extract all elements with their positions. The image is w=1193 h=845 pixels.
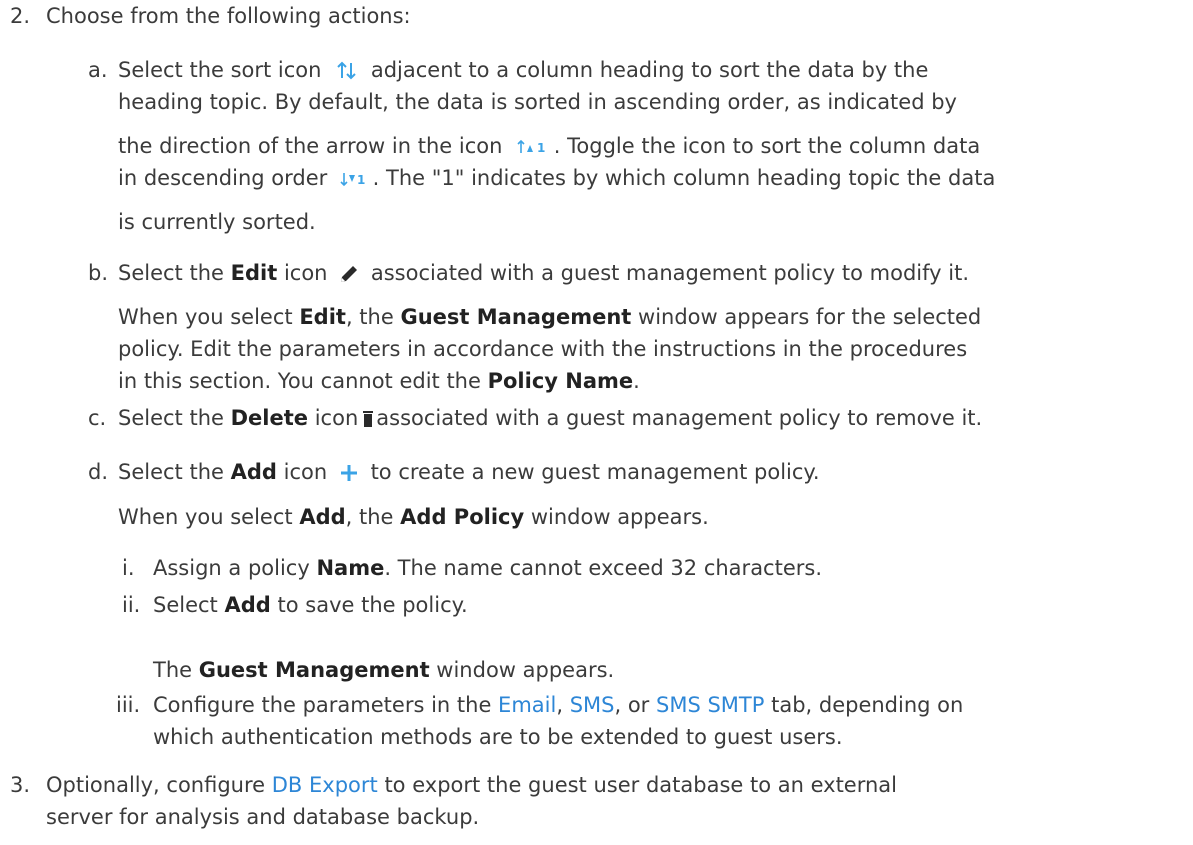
step-2-text: Choose from the following actions: (46, 4, 411, 28)
sort-badge-number-desc: 1 (357, 173, 365, 187)
item-iii-line-1: Configure the parameters in the Email, S… (153, 689, 963, 721)
item-ii-text: Select (153, 593, 218, 617)
item-ii-text-cont: to save the policy. (277, 593, 468, 617)
item-d-p2-text: When you select (118, 505, 293, 529)
trash-icon (362, 409, 374, 429)
plus-icon (340, 464, 358, 482)
item-i-text-cont: . The name cannot exceed 32 characters. (384, 556, 823, 580)
item-a-text-4-cont: . The "1" indicates by which column head… (372, 166, 996, 190)
item-d-text-cont: to create a new guest management policy. (370, 460, 820, 484)
step-3-line-2: server for analysis and database backup. (46, 805, 480, 829)
item-b-para-2-line-2: policy. Edit the parameters in accordanc… (118, 337, 968, 361)
item-d-line-1: Select the Add icon to create a new gues… (118, 456, 820, 488)
sort-icon (336, 60, 358, 82)
edit-label-2: Edit (299, 305, 346, 329)
item-a-text: Select the sort icon (118, 58, 322, 82)
item-a-line-1: Select the sort icon adjacent to a colum… (118, 54, 928, 86)
step-2-number: 2. (10, 4, 31, 28)
add-policy-label: Add Policy (400, 505, 525, 529)
item-b-para-2-line-3: in this section. You cannot edit the Pol… (118, 365, 640, 397)
item-iii-text-cont: tab, depending on (771, 693, 964, 717)
item-a-line-2: heading topic. By default, the data is s… (118, 90, 957, 114)
item-i-text: Assign a policy (153, 556, 310, 580)
item-c-text-cont: associated with a guest management polic… (376, 406, 983, 430)
item-ii-p2-text: The (153, 658, 193, 682)
item-b-icon-word: icon (283, 261, 328, 285)
step-3-text: Optionally, configure (46, 773, 266, 797)
item-ii-marker: ii. (122, 593, 141, 617)
item-c-text: Select the (118, 406, 224, 430)
sms-link[interactable]: SMS (570, 693, 615, 717)
item-a-line-4: in descending order 1 . The "1" indicate… (118, 162, 995, 194)
item-b-p2-text: When you select (118, 305, 293, 329)
edit-label: Edit (230, 261, 278, 285)
item-a-text-cont: adjacent to a column heading to sort the… (370, 58, 929, 82)
item-b-marker: b. (88, 261, 109, 285)
item-iii-text: Configure the parameters in the (153, 693, 492, 717)
item-ii-line: Select Add to save the policy. (153, 589, 468, 621)
item-ii-para-2: The Guest Management window appears. (153, 654, 614, 686)
name-label: Name (316, 556, 385, 580)
add-label-3: Add (224, 593, 271, 617)
item-a-text-3: the direction of the arrow in the icon (118, 134, 503, 158)
item-b-text-cont: associated with a guest management polic… (370, 261, 969, 285)
edit-pencil-icon (338, 263, 360, 285)
item-a-marker: a. (88, 58, 108, 82)
item-a-text-3-cont: . Toggle the icon to sort the column dat… (553, 134, 981, 158)
sms-smtp-link[interactable]: SMS SMTP (656, 693, 764, 717)
step-3-number: 3. (10, 773, 31, 797)
db-export-link[interactable]: DB Export (272, 773, 378, 797)
item-d-text: Select the (118, 460, 224, 484)
item-b-p2-post: window appears for the selected (638, 305, 982, 329)
item-iii-marker: iii. (116, 693, 141, 717)
item-ii-p2-post: window appears. (436, 658, 615, 682)
guest-management-label: Guest Management (400, 305, 632, 329)
document-page: 2. Choose from the following actions: a.… (0, 0, 1193, 845)
item-d-marker: d. (88, 460, 109, 484)
item-iii-line-2: which authentication methods are to be e… (153, 725, 843, 749)
item-d-para-2: When you select Add, the Add Policy wind… (118, 501, 709, 533)
item-i-line: Assign a policy Name. The name cannot ex… (153, 552, 822, 584)
item-b-text: Select the (118, 261, 224, 285)
sep-comma: , (556, 693, 563, 717)
step-3-line-1: Optionally, configure DB Export to expor… (46, 769, 897, 801)
item-c-icon-word: icon (314, 406, 359, 430)
guest-management-label-2: Guest Management (198, 658, 430, 682)
email-link[interactable]: Email (498, 693, 556, 717)
add-label-2: Add (299, 505, 346, 529)
item-c-marker: c. (88, 406, 107, 430)
item-d-icon-word: icon (283, 460, 328, 484)
step-3-text-cont: to export the guest user database to an … (384, 773, 897, 797)
delete-label: Delete (230, 406, 309, 430)
item-d-p2-post: window appears. (530, 505, 709, 529)
add-label: Add (230, 460, 277, 484)
sort-ascending-icon: 1 (517, 138, 547, 156)
sort-descending-icon: 1 (340, 170, 366, 188)
sort-badge-number: 1 (537, 141, 545, 155)
item-a-line-3: the direction of the arrow in the icon 1… (118, 130, 980, 162)
item-b-p2-mid: , the (345, 305, 394, 329)
item-i-marker: i. (122, 556, 135, 580)
item-c-line: Select the Delete icon associated with a… (118, 402, 982, 434)
policy-name-label: Policy Name (487, 369, 634, 393)
item-b-p2-l3-end: . (633, 369, 640, 393)
item-d-p2-mid: , the (345, 505, 394, 529)
item-a-line-5: is currently sorted. (118, 210, 316, 234)
item-b-p2-l3-text: in this section. You cannot edit the (118, 369, 481, 393)
item-b-line-1: Select the Edit icon associated with a g… (118, 257, 969, 289)
item-b-para-2-line-1: When you select Edit, the Guest Manageme… (118, 301, 981, 333)
item-a-text-4: in descending order (118, 166, 328, 190)
sep-or: , or (614, 693, 650, 717)
